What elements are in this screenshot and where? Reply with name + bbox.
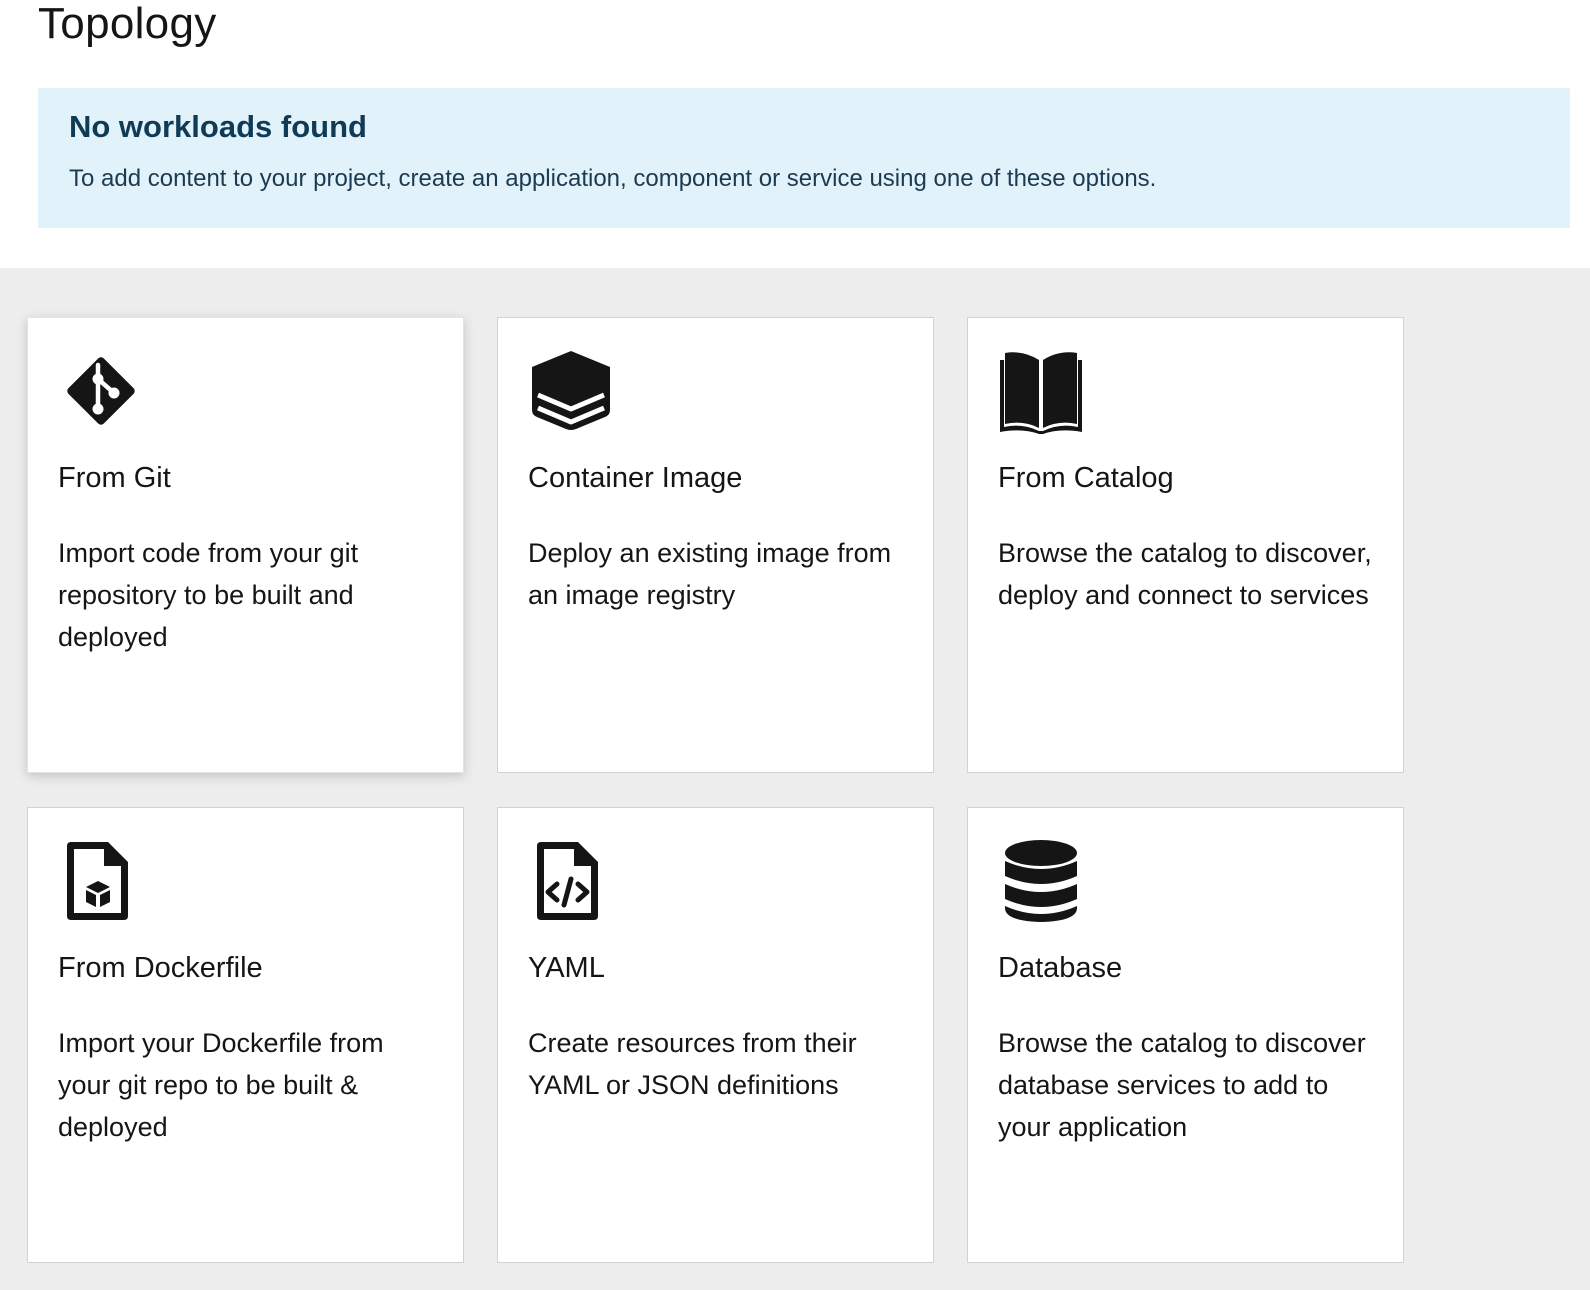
- page-header: Topology No workloads found To add conte…: [0, 0, 1590, 268]
- git-icon: [58, 348, 144, 434]
- card-description: Deploy an existing image from an image r…: [528, 538, 892, 610]
- alert-body: To add content to your project, create a…: [69, 165, 1157, 192]
- page-title: Topology: [38, 0, 217, 48]
- yaml-file-icon: [528, 838, 614, 924]
- empty-state-alert: No workloads found To add content to you…: [38, 88, 1570, 228]
- card-title: From Catalog: [998, 462, 1174, 494]
- card-description: Create resources from their YAML or JSON…: [528, 1028, 857, 1100]
- yaml-card[interactable]: YAML Create resources from their YAML or…: [497, 807, 934, 1263]
- card-title: Container Image: [528, 462, 743, 494]
- alert-title: No workloads found: [69, 109, 367, 144]
- card-title: YAML: [528, 952, 605, 984]
- add-options-grid: From Git Import code from your git repos…: [0, 268, 1590, 1290]
- card-title: From Dockerfile: [58, 952, 263, 984]
- database-card[interactable]: Database Browse the catalog to discover …: [967, 807, 1404, 1263]
- from-dockerfile-card[interactable]: From Dockerfile Import your Dockerfile f…: [27, 807, 464, 1263]
- database-icon: [998, 838, 1084, 924]
- layers-icon: [528, 348, 614, 434]
- card-description: Browse the catalog to discover, deploy a…: [998, 538, 1372, 610]
- topology-page: Topology No workloads found To add conte…: [0, 0, 1590, 1290]
- card-description: Import code from your git repository to …: [58, 538, 359, 652]
- dockerfile-icon: [58, 838, 144, 924]
- from-git-card[interactable]: From Git Import code from your git repos…: [27, 317, 464, 773]
- book-icon: [998, 348, 1084, 434]
- card-description: Import your Dockerfile from your git rep…: [58, 1028, 384, 1142]
- card-description: Browse the catalog to discover database …: [998, 1028, 1366, 1142]
- card-title: Database: [998, 952, 1123, 984]
- container-image-card[interactable]: Container Image Deploy an existing image…: [497, 317, 934, 773]
- card-title: From Git: [58, 462, 171, 494]
- from-catalog-card[interactable]: From Catalog Browse the catalog to disco…: [967, 317, 1404, 773]
